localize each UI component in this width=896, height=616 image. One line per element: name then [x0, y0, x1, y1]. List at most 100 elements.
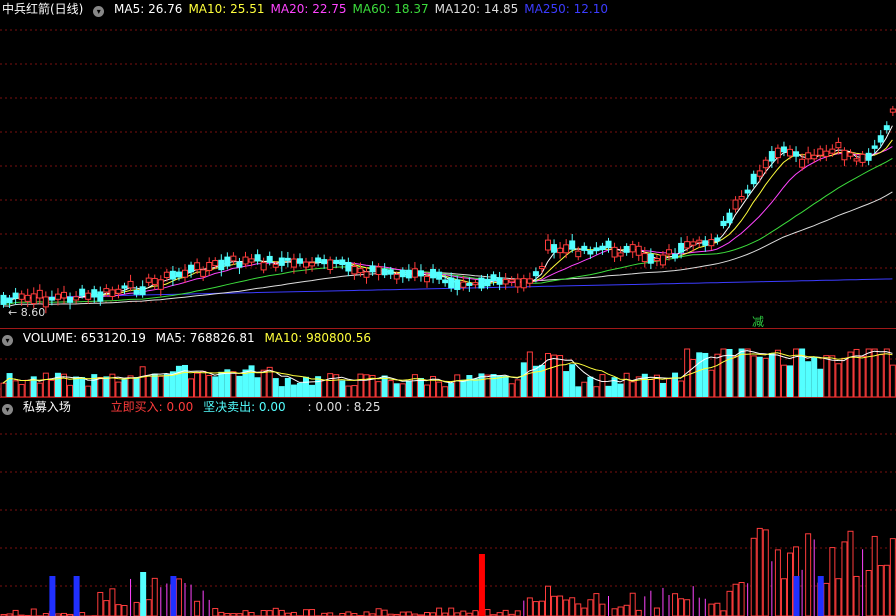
candle-body — [115, 288, 122, 294]
candle-body — [309, 262, 316, 267]
volume-bar — [42, 372, 49, 397]
volume-bar — [768, 353, 775, 397]
candle-body — [206, 261, 213, 271]
candle-body — [774, 147, 781, 159]
candle-body — [684, 241, 691, 249]
collapse-icon[interactable]: ▾ — [93, 6, 105, 17]
volume-bar — [672, 372, 679, 397]
price-panel[interactable]: 中兵红箭(日线) ▾ MA5: 26.76 MA10: 25.51 MA20: 22… — [0, 0, 896, 328]
candle-body — [454, 279, 461, 290]
candle-body — [811, 154, 818, 160]
candle-body — [375, 266, 382, 275]
ma-legend-item: MA250: 12.10 — [524, 2, 608, 16]
indicator-bar — [587, 599, 594, 616]
price-header: 中兵红箭(日线) ▾ MA5: 26.76 MA10: 25.51 MA20: 22… — [2, 1, 620, 17]
candle-body — [218, 259, 225, 271]
indicator-bar — [805, 533, 812, 616]
volume-bar — [260, 369, 267, 397]
candle-body — [883, 125, 890, 131]
volume-bar — [823, 355, 830, 397]
candle-body — [393, 273, 400, 280]
volume-panel[interactable]: ▾ VOLUME: 653120.19 MA5: 768826.81 MA10:… — [0, 329, 896, 397]
candle-body — [750, 173, 757, 185]
extra-values: : 0.00 : 8.25 — [307, 400, 381, 414]
indicator-bar — [212, 608, 219, 616]
collapse-icon[interactable]: ▾ — [2, 404, 13, 415]
volume-bar — [393, 383, 400, 397]
candle-body — [502, 279, 509, 285]
volume-bar — [847, 351, 854, 397]
volume-bar — [472, 378, 479, 397]
candle-body — [351, 266, 358, 275]
candle-body — [575, 250, 582, 258]
indicator-title: 私募入场 — [22, 400, 71, 414]
indicator-bar — [551, 595, 558, 616]
volume-bar — [744, 348, 751, 397]
signal-bar — [170, 576, 177, 616]
candle-body — [478, 277, 485, 289]
candle-body — [54, 293, 61, 300]
indicator-bar — [399, 611, 406, 616]
candle-body — [345, 261, 352, 272]
volume-bar — [817, 368, 824, 397]
ma-legend-item: MA10: 25.51 — [188, 2, 265, 16]
candle-body — [714, 237, 721, 242]
volume-bar — [303, 376, 309, 397]
indicator-chart[interactable] — [0, 398, 896, 616]
indicator-bar — [738, 582, 745, 616]
indicator-bar — [853, 575, 860, 616]
candlestick-chart[interactable] — [0, 0, 896, 328]
volume-bar — [278, 386, 285, 397]
indicator-bar — [266, 610, 273, 616]
indicator-bar — [762, 529, 769, 616]
volume-bar — [139, 366, 146, 397]
indicator-bar — [835, 578, 842, 616]
candle-body — [526, 278, 533, 284]
indicator-bar — [278, 609, 285, 616]
candle-body — [321, 259, 328, 265]
indicator-bar — [672, 593, 679, 616]
indicator-bar — [532, 601, 539, 616]
candle-body — [381, 268, 388, 276]
candle-body — [835, 141, 842, 149]
candle-body — [641, 253, 648, 263]
volume-bar — [708, 369, 715, 397]
candle-body — [200, 269, 207, 277]
candle-body — [109, 289, 116, 297]
candle-body — [139, 286, 146, 296]
volume-bar — [417, 377, 424, 397]
volume-bar — [787, 365, 793, 397]
volume-bar — [387, 380, 394, 397]
volume-bar — [690, 358, 697, 397]
collapse-icon[interactable]: ▾ — [2, 335, 13, 346]
indicator-bar — [756, 527, 763, 616]
volume-bar — [448, 382, 455, 397]
indicator-bar — [883, 564, 890, 616]
volume-bar — [345, 385, 352, 397]
candle-body — [175, 271, 182, 278]
volume-bar — [411, 374, 418, 397]
volume-bar — [587, 376, 594, 397]
volume-bar — [97, 376, 104, 397]
indicator-bar — [684, 599, 691, 616]
indicator-panel[interactable]: ▾ 私募入场 立即买入: 0.00 坚决卖出: 0.00 : 0.00 : 8.… — [0, 398, 896, 616]
indicator-bar — [175, 578, 182, 616]
candle-body — [532, 271, 539, 277]
candle-body — [85, 292, 92, 300]
volume-bar — [254, 377, 261, 397]
candle-body — [708, 239, 715, 247]
indicator-bar — [448, 607, 455, 616]
candle-body — [877, 135, 884, 143]
candle-body — [327, 259, 334, 270]
candle-body — [236, 261, 243, 268]
candle-body — [145, 277, 152, 283]
candle-body — [581, 245, 588, 251]
candle-body — [182, 269, 188, 278]
volume-bar — [157, 375, 164, 397]
indicator-bar — [145, 599, 152, 616]
indicator-bar — [248, 612, 255, 616]
ma-legend: MA5: 26.76 MA10: 25.51 MA20: 22.75 MA60: 18… — [114, 2, 614, 16]
candle-body — [635, 245, 642, 256]
volume-bar — [67, 384, 74, 397]
candle-body — [472, 282, 479, 286]
